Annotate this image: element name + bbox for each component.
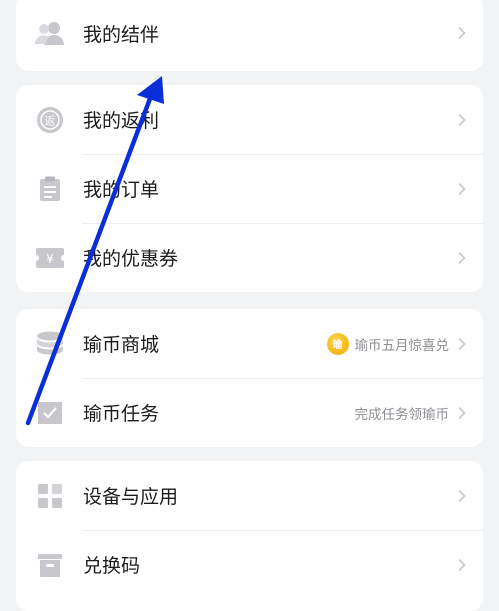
yu-coin-icon: 瑜 xyxy=(326,332,349,355)
coin-mall-promo: 瑜 瑜币五月惊喜兑 xyxy=(326,332,450,355)
menu-item-rebate[interactable]: 返 我的返利 xyxy=(16,85,483,154)
chevron-right-icon xyxy=(458,113,466,126)
menu-item-coin-mall[interactable]: 瑜币商城 瑜 瑜币五月惊喜兑 xyxy=(16,309,483,378)
menu-label-coin-mall: 瑜币商城 xyxy=(83,334,160,356)
redeem-code-icon xyxy=(34,549,66,581)
menu-label-partners: 我的结伴 xyxy=(83,24,160,46)
chevron-right-icon xyxy=(458,251,466,264)
svg-text:返: 返 xyxy=(45,114,56,127)
order-icon xyxy=(34,173,66,205)
coupon-icon: ¥ xyxy=(34,242,66,274)
chevron-right-icon xyxy=(458,489,466,502)
apps-icon xyxy=(34,480,66,512)
menu-card-settings: 设备与应用 兑换码 xyxy=(16,461,483,611)
coin-stack-icon xyxy=(34,328,66,360)
coin-tasks-hint: 完成任务领瑜币 xyxy=(354,406,450,423)
rebate-icon: 返 xyxy=(34,104,66,136)
menu-label-rebate: 我的返利 xyxy=(83,110,160,132)
menu-item-redeem-code[interactable]: 兑换码 xyxy=(16,530,483,599)
menu-label-coupons: 我的优惠券 xyxy=(83,248,179,270)
menu-item-coupons[interactable]: ¥ 我的优惠券 xyxy=(16,223,483,292)
menu-card-orders: 返 我的返利 我的订单 ¥ 我的优惠券 xyxy=(16,85,483,292)
menu-card-coins: 瑜币商城 瑜 瑜币五月惊喜兑 瑜币任务 完成任务领瑜币 xyxy=(16,309,483,447)
menu-item-orders[interactable]: 我的订单 xyxy=(16,154,483,223)
menu-label-redeem-code: 兑换码 xyxy=(83,555,141,577)
chevron-right-icon xyxy=(458,182,466,195)
chevron-right-icon xyxy=(458,337,466,350)
menu-item-devices-apps[interactable]: 设备与应用 xyxy=(16,461,483,530)
coin-mall-promo-text: 瑜币五月惊喜兑 xyxy=(354,337,450,354)
chevron-right-icon xyxy=(458,558,466,571)
menu-label-devices-apps: 设备与应用 xyxy=(83,486,179,508)
svg-text:¥: ¥ xyxy=(46,252,54,266)
menu-label-orders: 我的订单 xyxy=(83,179,160,201)
task-flag-icon xyxy=(34,397,66,429)
menu-item-coin-tasks[interactable]: 瑜币任务 完成任务领瑜币 xyxy=(16,378,483,447)
menu-card-partners: 我的结伴 xyxy=(16,0,483,71)
chevron-right-icon xyxy=(458,26,466,39)
chevron-right-icon xyxy=(458,406,466,419)
menu-item-partners[interactable]: 我的结伴 xyxy=(16,0,483,71)
partners-icon xyxy=(34,17,66,49)
menu-label-coin-tasks: 瑜币任务 xyxy=(83,403,160,425)
